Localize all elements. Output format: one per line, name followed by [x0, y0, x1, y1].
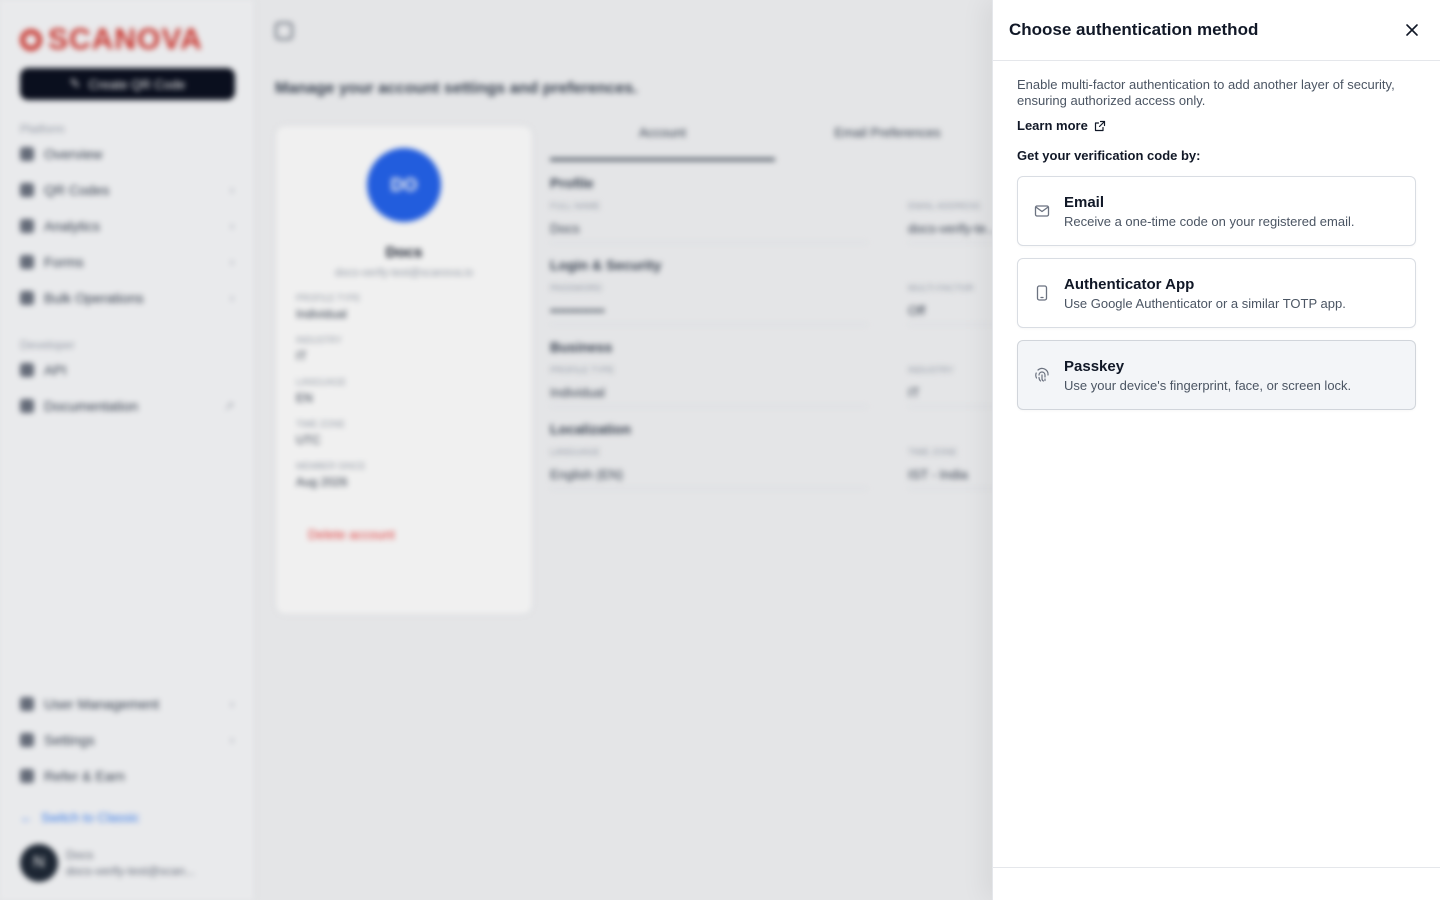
method-text: Passkey Use your device's fingerprint, f…	[1064, 358, 1351, 393]
method-text: Authenticator App Use Google Authenticat…	[1064, 276, 1346, 311]
drawer-title: Choose authentication method	[1009, 20, 1259, 39]
method-list: Email Receive a one-time code on your re…	[1017, 176, 1416, 410]
learn-more-link[interactable]: Learn more	[1017, 118, 1106, 133]
get-code-label: Get your verification code by:	[1017, 148, 1201, 163]
drawer-footer	[993, 867, 1440, 900]
method-title: Passkey	[1064, 357, 1125, 375]
external-link-icon	[1094, 120, 1105, 131]
drawer-header: Choose authentication method	[993, 0, 1440, 61]
method-desc: Use your device's fingerprint, face, or …	[1064, 377, 1352, 393]
method-email[interactable]: Email Receive a one-time code on your re…	[1017, 176, 1416, 246]
method-title: Authenticator App	[1064, 275, 1195, 293]
method-title: Email	[1064, 193, 1105, 211]
intro-text: Enable multi-factor authentication to ad…	[1017, 77, 1395, 108]
mail-icon	[1034, 203, 1050, 219]
method-passkey[interactable]: Passkey Use your device's fingerprint, f…	[1017, 340, 1416, 410]
learn-more-label: Learn more	[1017, 118, 1088, 133]
drawer-body: Enable multi-factor authentication to ad…	[993, 61, 1440, 426]
fingerprint-icon	[1034, 367, 1050, 383]
close-icon	[1406, 24, 1418, 36]
smartphone-icon	[1034, 285, 1050, 301]
method-desc: Receive a one-time code on your register…	[1064, 213, 1355, 229]
method-authenticator-app[interactable]: Authenticator App Use Google Authenticat…	[1017, 258, 1416, 328]
auth-method-drawer: Choose authentication method Enable mult…	[992, 0, 1440, 900]
method-text: Email Receive a one-time code on your re…	[1064, 194, 1354, 229]
close-button[interactable]	[1400, 18, 1424, 42]
method-desc: Use Google Authenticator or a similar TO…	[1064, 295, 1346, 311]
